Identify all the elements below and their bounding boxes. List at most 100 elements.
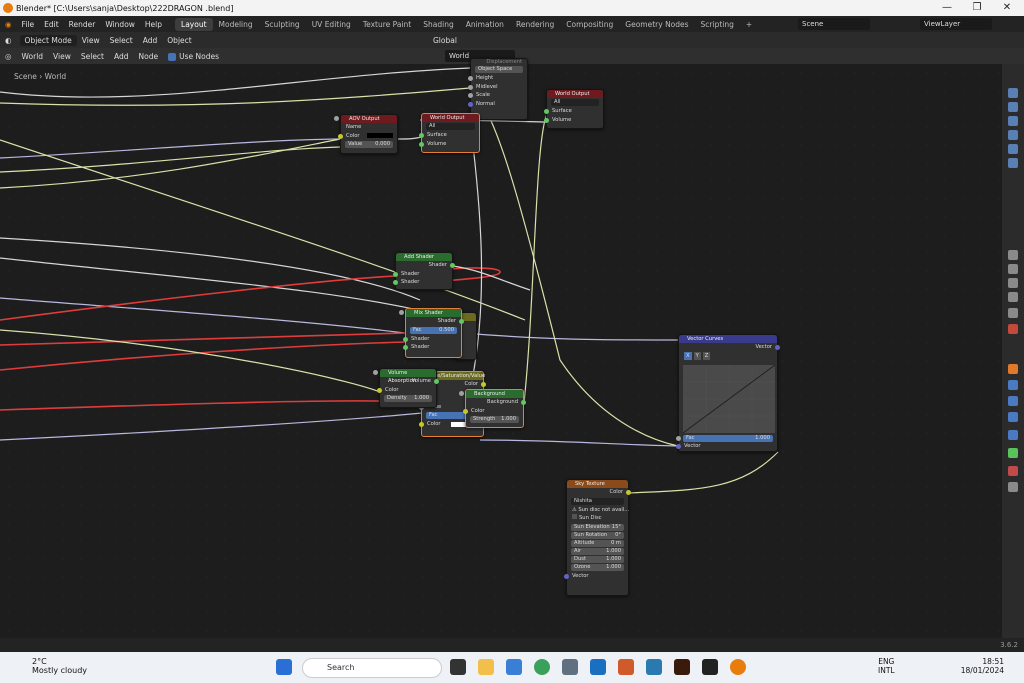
- output-props-icon[interactable]: [1008, 278, 1018, 288]
- sky-texture-node[interactable]: Sky Texture Color Nishita ⚠ Sun disc not…: [564, 479, 631, 596]
- minimize-button[interactable]: —: [932, 0, 962, 16]
- illustrator-icon[interactable]: [674, 659, 690, 675]
- add-shader-in1-socket[interactable]: Shader: [393, 270, 452, 279]
- sky-ozone-field[interactable]: Ozone 1.000: [571, 563, 624, 571]
- shader-type-dropdown[interactable]: World: [17, 52, 49, 61]
- add-workspace-button[interactable]: +: [740, 18, 758, 31]
- sky-dust-field[interactable]: Dust 1.000: [571, 555, 624, 563]
- sky-air-field[interactable]: Air 1.000: [571, 547, 624, 555]
- maximize-button[interactable]: ❐: [962, 0, 992, 16]
- background-strength-field[interactable]: Strength 1.000: [459, 391, 519, 423]
- editor-type-icon[interactable]: ◐: [0, 36, 17, 45]
- displacement-height-socket[interactable]: Height: [468, 74, 527, 83]
- background-color-socket[interactable]: Color: [463, 407, 523, 416]
- aov-output-node[interactable]: AOV Output Name Color Value 0.000: [334, 114, 398, 154]
- world-output-node[interactable]: World Output All Surface Volume: [419, 113, 480, 153]
- notes-icon[interactable]: [702, 659, 718, 675]
- world-props-icon[interactable]: [1008, 324, 1018, 334]
- vector-curves-fac-field[interactable]: Fac 1.000: [676, 435, 773, 442]
- node-menu-view[interactable]: View: [48, 52, 76, 61]
- mode-dropdown[interactable]: Object Mode: [19, 34, 77, 46]
- background-out-socket[interactable]: Background: [466, 398, 526, 407]
- node-editor-canvas[interactable]: [0, 64, 1002, 652]
- mix-shader-in1-socket[interactable]: Shader: [403, 335, 461, 344]
- world-output-target-dropdown[interactable]: All: [426, 123, 475, 130]
- settings-icon[interactable]: [562, 659, 578, 675]
- scene-selector[interactable]: Scene: [798, 18, 870, 30]
- vector-curves-vector-socket[interactable]: Vector: [676, 442, 706, 451]
- orientation-dropdown[interactable]: Global: [428, 36, 462, 45]
- curve-graph[interactable]: [683, 365, 775, 433]
- tab-animation[interactable]: Animation: [460, 18, 510, 31]
- menu-edit[interactable]: Edit: [39, 20, 64, 29]
- menu-render[interactable]: Render: [64, 20, 101, 29]
- tab-scripting[interactable]: Scripting: [695, 18, 740, 31]
- sky-sun-elevation-field[interactable]: Sun Elevation 15°: [571, 523, 624, 531]
- render-props-icon[interactable]: [1008, 264, 1018, 274]
- outlook-icon[interactable]: [590, 659, 606, 675]
- add-shader-node[interactable]: Add Shader Shader Shader Shader: [393, 252, 455, 290]
- view-layer-selector[interactable]: ViewLayer: [920, 18, 992, 30]
- tab-shading[interactable]: Shading: [417, 18, 459, 31]
- tab-geometry-nodes[interactable]: Geometry Nodes: [619, 18, 694, 31]
- sky-type-dropdown[interactable]: Nishita: [571, 497, 624, 505]
- aov-value-field[interactable]: Value 0.000: [334, 116, 393, 148]
- background-node[interactable]: Background Background Color Strength 1.00…: [459, 389, 526, 428]
- menu-file[interactable]: File: [17, 20, 40, 29]
- constraints-props-icon[interactable]: [1008, 430, 1018, 440]
- render-icon[interactable]: [1008, 88, 1018, 98]
- sky-sun-rotation-field[interactable]: Sun Rotation 0°: [571, 531, 624, 539]
- tab-uv-editing[interactable]: UV Editing: [306, 18, 357, 31]
- vector-curves-node[interactable]: Vector Curves Vector X Y Z Fac 1.000 Vect…: [676, 334, 780, 452]
- scene-props-icon[interactable]: [1008, 308, 1018, 318]
- tab-texture-paint[interactable]: Texture Paint: [357, 18, 417, 31]
- curve-channel-y[interactable]: Y: [693, 351, 701, 360]
- node-menu-select[interactable]: Select: [76, 52, 109, 61]
- volume-absorption-node[interactable]: Volume Absorption Volume Color Density 1.…: [373, 368, 439, 408]
- curve-channel-x[interactable]: X: [684, 351, 692, 360]
- world-output-2-volume-socket[interactable]: Volume: [544, 116, 603, 125]
- collection-icon[interactable]: [1008, 158, 1018, 168]
- world-output-2-surface-socket[interactable]: Surface: [544, 107, 603, 116]
- add-shader-out-socket[interactable]: Shader: [396, 261, 455, 270]
- node-menu-add[interactable]: Add: [109, 52, 134, 61]
- sky-altitude-field[interactable]: Altitude 0 m: [571, 539, 624, 547]
- displacement-scale-socket[interactable]: Scale: [468, 91, 527, 100]
- chrome-icon[interactable]: [534, 659, 550, 675]
- vector-curves-out-socket[interactable]: Vector: [679, 343, 780, 352]
- texture-props-icon[interactable]: [1008, 482, 1018, 492]
- world-output-surface-socket[interactable]: Surface: [419, 131, 479, 140]
- view-layer-props-icon[interactable]: [1008, 292, 1018, 302]
- menu-add[interactable]: Add: [138, 36, 163, 45]
- volume-absorption-out-socket[interactable]: Volume: [380, 377, 439, 386]
- sky-texture-out-socket[interactable]: Color: [567, 488, 631, 497]
- blender-taskbar-icon[interactable]: [730, 659, 746, 675]
- taskbar-clock[interactable]: 18:51 18/01/2024: [961, 657, 1004, 675]
- curve-channel-z[interactable]: Z: [702, 351, 711, 360]
- menu-view[interactable]: View: [77, 36, 105, 45]
- mix-shader-fac-field[interactable]: Fac 0.500: [399, 310, 457, 334]
- physics-props-icon[interactable]: [1008, 412, 1018, 422]
- tab-modeling[interactable]: Modeling: [213, 18, 259, 31]
- sky-vector-socket[interactable]: Vector: [564, 572, 628, 581]
- menu-help[interactable]: Help: [140, 20, 167, 29]
- tab-compositing[interactable]: Compositing: [560, 18, 619, 31]
- menu-window[interactable]: Window: [100, 20, 140, 29]
- tab-sculpting[interactable]: Sculpting: [259, 18, 306, 31]
- node-menu-node[interactable]: Node: [134, 52, 164, 61]
- file-explorer-icon[interactable]: [478, 659, 494, 675]
- modifier-props-icon[interactable]: [1008, 380, 1018, 390]
- scene-icon[interactable]: [1008, 130, 1018, 140]
- node-editor-type-icon[interactable]: ◎: [0, 52, 17, 61]
- close-button[interactable]: ✕: [992, 0, 1022, 16]
- volume-absorption-color-socket[interactable]: Color: [377, 386, 436, 395]
- store-icon[interactable]: [506, 659, 522, 675]
- mix-shader-out-socket[interactable]: Shader: [406, 317, 464, 326]
- start-icon[interactable]: [276, 659, 292, 675]
- displacement-normal-socket[interactable]: Normal: [468, 100, 527, 109]
- sky-sun-disc-checkbox[interactable]: Sun Disc: [567, 514, 628, 523]
- world-output-node-2[interactable]: World Output All Surface Volume: [544, 89, 604, 129]
- object-props-icon[interactable]: [1008, 364, 1018, 374]
- output-icon[interactable]: [1008, 102, 1018, 112]
- tab-rendering[interactable]: Rendering: [510, 18, 560, 31]
